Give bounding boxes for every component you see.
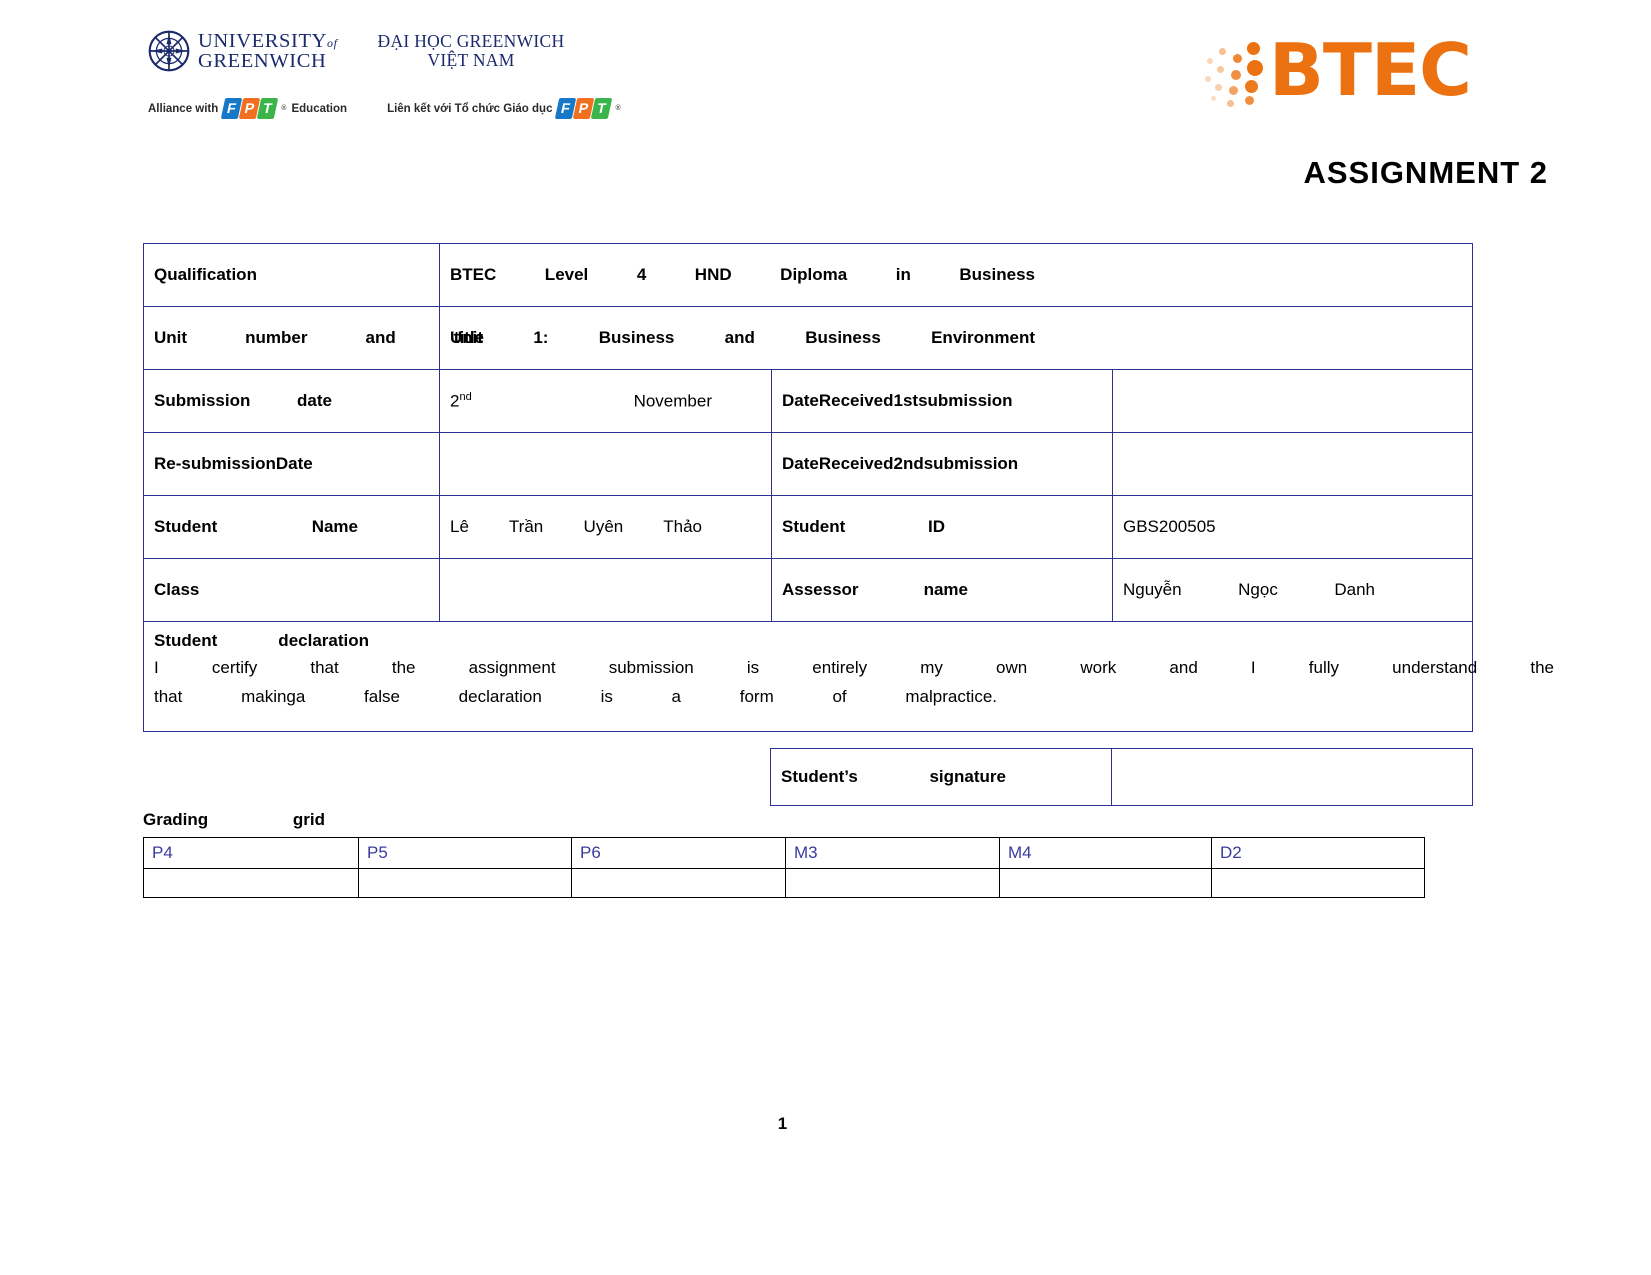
submission-date-label: Submission date bbox=[154, 391, 332, 410]
student-signature-value-cell[interactable] bbox=[1111, 748, 1473, 806]
page-number: 1 bbox=[777, 1114, 788, 1133]
grading-grid-table: P4 P5 P6 M3 M4 D2 bbox=[143, 837, 1425, 898]
student-declaration-line-2: that makinga false declaration is a form… bbox=[154, 687, 997, 706]
btec-dot-pattern-icon bbox=[1201, 34, 1271, 107]
student-name-value: Lê Trần Uyên Thảo bbox=[450, 517, 702, 536]
resubmission-date-value-cell[interactable] bbox=[439, 432, 772, 496]
qualification-value-cell[interactable]: BTEC Level 4 HND Diploma in Business bbox=[439, 243, 1473, 307]
qualification-value: BTEC Level 4 HND Diploma in Business bbox=[450, 265, 1035, 284]
alliance-with-label: Alliance with bbox=[148, 102, 219, 115]
fpt-letter-t: T bbox=[257, 98, 279, 119]
student-declaration-line-1: I certify that the assignment submission… bbox=[154, 658, 1554, 677]
grading-grid-column-p4: P4 bbox=[143, 837, 359, 869]
vn-line-1: ĐẠI HỌC GREENWICH bbox=[377, 31, 565, 51]
unit-label-cell: Unit number and title bbox=[143, 306, 484, 370]
registered-mark-icon: ® bbox=[281, 105, 287, 112]
grading-grid-value-m3[interactable] bbox=[785, 868, 1000, 898]
table-row-student-signature: Student’s signature bbox=[770, 748, 1473, 806]
submission-date-label-cell: Submission date bbox=[143, 369, 440, 433]
fpt-logo-icon: F P T bbox=[221, 98, 279, 119]
date-received-1st-value-cell[interactable] bbox=[1112, 369, 1473, 433]
grading-grid-header-row: P4 P5 P6 M3 M4 D2 bbox=[143, 837, 1425, 869]
lien-ket-fpt-education: Liên kết với Tổ chức Giáo dục F P T ® bbox=[387, 98, 621, 119]
qualification-label: Qualification bbox=[154, 265, 257, 284]
alliance-row: Alliance with F P T ® Education Liên kết… bbox=[148, 98, 621, 119]
grading-grid-value-row bbox=[143, 868, 1425, 898]
student-signature-label-cell: Student’s signature bbox=[770, 748, 1112, 806]
student-id-label: Student ID bbox=[782, 517, 945, 536]
fpt-letter-t-vi: T bbox=[591, 98, 613, 119]
btec-wordmark: BTEC bbox=[1268, 28, 1472, 112]
grading-grid-column-m3: M3 bbox=[785, 837, 1000, 869]
table-row-unit: Unit number and title Unit 1: Business a… bbox=[143, 306, 1473, 370]
resubmission-date-label: Re-submissionDate bbox=[154, 454, 313, 473]
table-row-student-name: Student Name Lê Trần Uyên Thảo Student I… bbox=[143, 495, 1473, 559]
grading-grid-value-d2[interactable] bbox=[1211, 868, 1425, 898]
grading-grid-value-p6[interactable] bbox=[571, 868, 786, 898]
student-declaration-cell: Student declaration I certify that the a… bbox=[143, 621, 1554, 732]
grading-grid-column-d2: D2 bbox=[1211, 837, 1425, 869]
student-declaration-title: Student declaration bbox=[154, 631, 369, 650]
student-id-value-cell[interactable]: GBS200505 bbox=[1112, 495, 1473, 559]
assessor-name-label-cell: Assessor name bbox=[771, 558, 1113, 622]
page-title: ASSIGNMENT 2 bbox=[1303, 155, 1548, 190]
grading-grid-value-p4[interactable] bbox=[143, 868, 359, 898]
fpt-logo-icon-vi: F P T bbox=[555, 98, 613, 119]
greenwich-vietnam-wordmark: ĐẠI HỌC GREENWICH VIỆT NAM bbox=[378, 30, 565, 70]
table-row-student-declaration: Student declaration I certify that the a… bbox=[143, 621, 1554, 732]
class-label: Class bbox=[154, 580, 200, 599]
table-row-submission-date: Submission date 2nd November DateReceive… bbox=[143, 369, 1473, 433]
education-label: Education bbox=[291, 102, 348, 115]
grading-grid-column-p6: P6 bbox=[571, 837, 786, 869]
university-word: UNIVERSITY bbox=[198, 29, 327, 52]
university-of-word: of bbox=[327, 35, 338, 50]
grading-grid-column-p5: P5 bbox=[358, 837, 572, 869]
student-signature-label: Student’s signature bbox=[781, 767, 1006, 786]
class-label-cell: Class bbox=[143, 558, 440, 622]
lien-ket-label: Liên kết với Tổ chức Giáo dục bbox=[387, 102, 553, 115]
grading-grid-column-m4: M4 bbox=[999, 837, 1212, 869]
greenwich-word: GREENWICH bbox=[198, 50, 327, 72]
date-received-2nd-value-cell[interactable] bbox=[1112, 432, 1473, 496]
date-received-2nd-label: DateReceived2ndsubmission bbox=[782, 454, 1019, 473]
student-id-value: GBS200505 bbox=[1123, 517, 1216, 536]
assessor-name-label: Assessor name bbox=[782, 580, 968, 599]
table-row-resubmission-date: Re-submissionDate DateReceived2ndsubmiss… bbox=[143, 432, 1473, 496]
submission-date-value-cell[interactable]: 2nd November bbox=[439, 369, 772, 433]
unit-value-cell[interactable]: Unit 1: Business and Business Environmen… bbox=[439, 306, 1473, 370]
date-received-2nd-label-cell: DateReceived2ndsubmission bbox=[771, 432, 1113, 496]
table-row-class: Class Assessor name Nguyễn Ngọc Danh bbox=[143, 558, 1473, 622]
submission-date-month: November bbox=[633, 391, 712, 411]
student-name-value-cell[interactable]: Lê Trần Uyên Thảo bbox=[439, 495, 772, 559]
alliance-with-fpt-education: Alliance with F P T ® Education bbox=[148, 98, 347, 119]
date-received-1st-label-cell: DateReceived1stsubmission bbox=[771, 369, 1113, 433]
grading-grid-value-p5[interactable] bbox=[358, 868, 572, 898]
qualification-label-cell: Qualification bbox=[143, 243, 440, 307]
unit-label: Unit number and title bbox=[154, 328, 484, 347]
logo-group: UNIVERSITYof GREENWICH ĐẠI HỌC GREENWICH… bbox=[148, 30, 564, 72]
greenwich-compass-icon bbox=[148, 30, 190, 72]
student-name-label: Student Name bbox=[154, 517, 358, 536]
submission-date-ordinal: nd bbox=[459, 390, 472, 403]
student-signature-table: Student’s signature bbox=[770, 748, 1473, 806]
resubmission-date-label-cell: Re-submissionDate bbox=[143, 432, 440, 496]
student-id-label-cell: Student ID bbox=[771, 495, 1113, 559]
vn-line-2: VIỆT NAM bbox=[427, 49, 515, 70]
student-name-label-cell: Student Name bbox=[143, 495, 440, 559]
assessor-name-value: Nguyễn Ngọc Danh bbox=[1123, 580, 1375, 599]
class-value-cell[interactable] bbox=[439, 558, 772, 622]
registered-mark-icon-vi: ® bbox=[615, 105, 621, 112]
assessor-name-value-cell[interactable]: Nguyễn Ngọc Danh bbox=[1112, 558, 1473, 622]
unit-value: Unit 1: Business and Business Environmen… bbox=[450, 328, 1035, 347]
date-received-1st-label: DateReceived1stsubmission bbox=[782, 391, 1013, 410]
submission-date-value: 2nd November bbox=[450, 391, 712, 412]
table-row-qualification: Qualification BTEC Level 4 HND Diploma i… bbox=[143, 243, 1473, 307]
assignment-front-sheet-table: Qualification BTEC Level 4 HND Diploma i… bbox=[143, 243, 1554, 732]
btec-logo: BTEC bbox=[1201, 28, 1472, 112]
university-wordmark: UNIVERSITYof GREENWICH bbox=[198, 29, 338, 72]
university-of-greenwich-logo: UNIVERSITYof GREENWICH bbox=[148, 30, 338, 72]
grading-grid-value-m4[interactable] bbox=[999, 868, 1212, 898]
grading-grid-label: Grading grid bbox=[143, 810, 325, 829]
